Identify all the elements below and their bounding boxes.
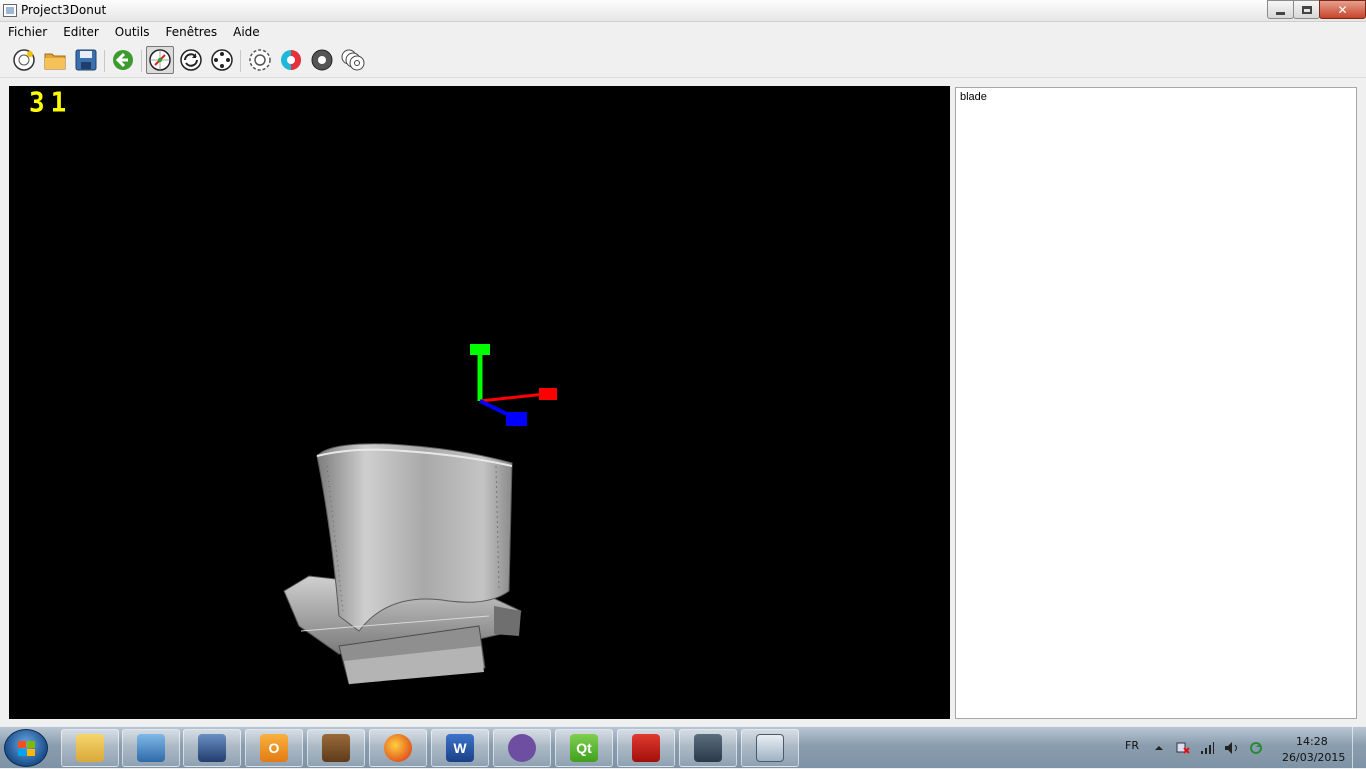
taskbar-control-panel[interactable] — [122, 729, 180, 767]
network-error-icon[interactable] — [1176, 741, 1190, 755]
color-wheel-icon — [281, 50, 301, 70]
toolbar-separator — [141, 50, 142, 72]
github-icon — [508, 734, 536, 762]
maximize-button[interactable] — [1293, 0, 1320, 19]
tree-item-blade[interactable]: blade — [960, 91, 987, 103]
close-icon: ✕ — [1337, 2, 1348, 17]
taskbar-word[interactable]: W — [431, 729, 489, 767]
save-button[interactable] — [72, 46, 100, 74]
taskbar-system-monitor[interactable] — [679, 729, 737, 767]
menu-fichier[interactable]: Fichier — [0, 22, 55, 42]
language-indicator[interactable]: FR — [1125, 739, 1139, 752]
virtualbox-icon — [198, 734, 226, 762]
gear-icon — [249, 49, 271, 71]
taskbar-outlook[interactable]: O — [245, 729, 303, 767]
title-bar: Project3Donut ✕ — [0, 0, 1366, 22]
minimize-button[interactable] — [1267, 0, 1294, 19]
start-button[interactable] — [4, 729, 48, 767]
color-wheel-button[interactable] — [277, 46, 305, 74]
menu-bar: Fichier Editer Outils Fenêtres Aide — [0, 22, 1366, 42]
window-app-icon — [756, 734, 784, 762]
taskbar-virtualbox[interactable] — [183, 729, 241, 767]
3d-viewport[interactable]: 31 — [9, 86, 950, 719]
blade-model — [283, 443, 522, 685]
window-title: Project3Donut — [21, 3, 107, 17]
taskbar-active-window[interactable] — [741, 729, 799, 767]
window-controls: ✕ — [1267, 0, 1366, 20]
taskbar-qt[interactable]: Qt — [555, 729, 613, 767]
menu-fenetres[interactable]: Fenêtres — [157, 22, 225, 42]
control-panel-icon — [137, 734, 165, 762]
toolbar-separator — [240, 50, 241, 72]
taskbar-firefox[interactable] — [369, 729, 427, 767]
move-button[interactable] — [208, 46, 236, 74]
x-axis — [479, 392, 546, 403]
system-monitor-icon — [694, 734, 722, 762]
view-mode-icon — [149, 49, 171, 71]
rotate-icon — [180, 49, 202, 71]
taskbar-github[interactable] — [493, 729, 551, 767]
save-icon — [75, 49, 97, 71]
view-mode-button[interactable] — [146, 46, 174, 74]
z-axis-handle — [506, 412, 527, 426]
disc-icon — [311, 49, 333, 71]
object-tree-panel[interactable]: blade — [955, 87, 1357, 719]
open-folder-icon — [44, 53, 66, 70]
menu-outils[interactable]: Outils — [107, 22, 158, 42]
word-icon: W — [446, 734, 474, 762]
back-button[interactable] — [109, 46, 137, 74]
multi-disc-button[interactable] — [339, 46, 367, 74]
move-icon — [211, 49, 233, 71]
notebook-icon — [322, 734, 350, 762]
gear-button[interactable] — [246, 46, 274, 74]
taskbar: O W Qt FR 14:28 26/03/2015 — [0, 726, 1366, 769]
y-axis-handle — [470, 344, 490, 355]
scene-canvas — [283, 344, 557, 685]
disc-button[interactable] — [308, 46, 336, 74]
firefox-icon — [384, 734, 412, 762]
show-hidden-icons-icon[interactable] — [1154, 741, 1168, 755]
show-desktop-button[interactable] — [1352, 727, 1366, 769]
new-icon — [13, 49, 35, 71]
rotate-button[interactable] — [177, 46, 205, 74]
clock-time[interactable]: 14:28 — [1296, 735, 1328, 748]
app-icon — [3, 4, 17, 17]
explorer-icon — [76, 734, 104, 762]
clock-date[interactable]: 26/03/2015 — [1282, 751, 1345, 764]
restore-icon — [1301, 5, 1312, 14]
new-button[interactable] — [10, 46, 38, 74]
volume-icon[interactable] — [1224, 741, 1238, 755]
signal-icon[interactable] — [1200, 741, 1214, 755]
toolbar — [0, 42, 1366, 78]
minimize-icon — [1276, 11, 1285, 15]
outlook-icon: O — [260, 734, 288, 762]
menu-editer[interactable]: Editer — [55, 22, 107, 42]
x-axis-handle — [539, 388, 557, 400]
taskbar-notebook[interactable] — [307, 729, 365, 767]
sync-icon[interactable] — [1248, 741, 1262, 755]
acrobat-icon — [632, 734, 660, 762]
taskbar-explorer[interactable] — [61, 729, 119, 767]
taskbar-acrobat[interactable] — [617, 729, 675, 767]
menu-aide[interactable]: Aide — [225, 22, 268, 42]
close-button[interactable]: ✕ — [1319, 0, 1366, 19]
toolbar-separator — [104, 50, 105, 72]
open-button[interactable] — [41, 46, 69, 74]
qt-icon: Qt — [570, 734, 598, 762]
axis-gizmo — [470, 344, 557, 426]
back-arrow-icon — [113, 50, 133, 70]
multi-disc-icon — [341, 49, 365, 71]
